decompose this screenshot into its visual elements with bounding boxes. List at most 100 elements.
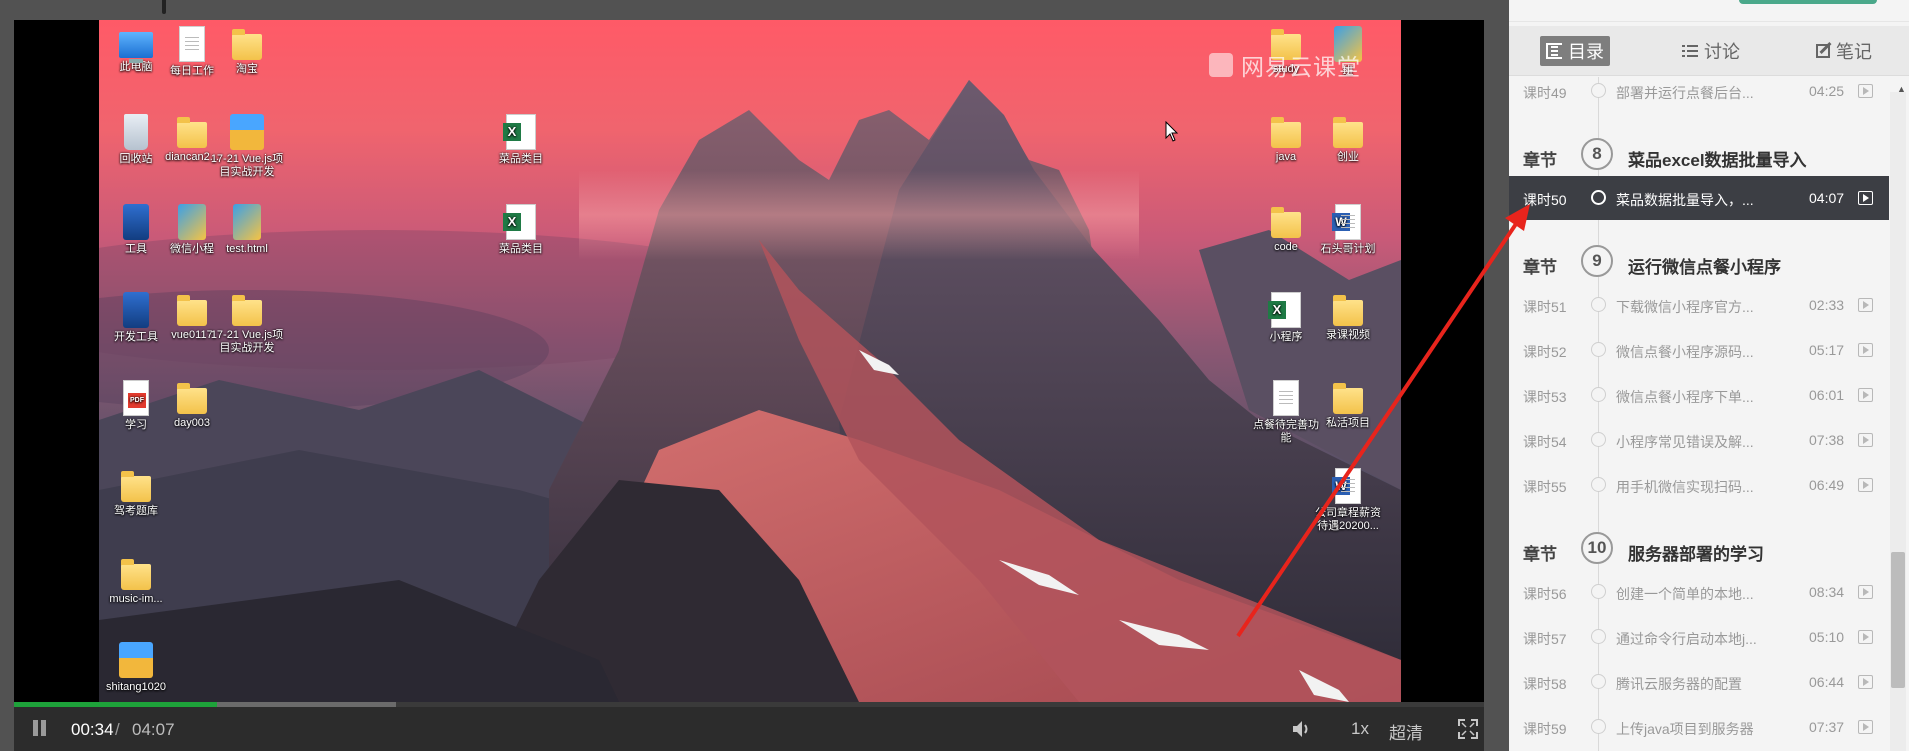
timeline-dot [1591,584,1606,599]
lesson-number: 课时49 [1523,85,1567,101]
time-separator: / [115,720,120,739]
desktop-icon-folder[interactable]: 创业 [1311,114,1385,164]
desktop-icon-zip[interactable]: shitang1020 [99,642,173,694]
lesson-duration: 07:38 [1809,432,1845,448]
chapter-header: 章节 8 菜品excel数据批量导入 [1509,136,1889,176]
timeline-dot [1591,674,1606,689]
lesson-title: 小程序常见错误及解... [1616,434,1754,450]
lesson-row[interactable]: 课时59 上传java项目到服务器 07:37 [1509,705,1889,749]
app-icon [233,204,261,240]
quality-button[interactable]: 超清 [1389,719,1423,744]
desktop-icon-word[interactable]: 石头哥计划 [1311,204,1385,256]
chapter-title: 运行微信点餐小程序 [1628,258,1781,277]
player-controls: 00:34 / 04:07 1x 超清 [14,707,1484,751]
pause-button[interactable] [28,717,50,739]
word-icon [1332,468,1361,504]
lesson-row[interactable]: 课时51 下载微信小程序官方... 02:33 [1509,283,1889,327]
desktop-icon-excel[interactable]: 菜品类目 [484,204,558,256]
folder-icon [121,471,151,502]
lesson-title: 通过命令行启动本地j... [1616,631,1757,647]
chapter-number: 9 [1581,245,1613,277]
mountain-wallpaper [99,80,1401,702]
top-marker [162,0,166,14]
desktop-icon-folder[interactable]: day003 [155,380,229,430]
lesson-title: 微信点餐小程序源码... [1616,344,1754,360]
lesson-row-active[interactable]: 课时50 菜品数据批量导入，... 04:07 [1509,176,1889,220]
lesson-title: 上传java项目到服务器 [1616,721,1754,737]
desktop-icon-folder[interactable]: 淘宝 [210,26,284,76]
play-icon[interactable] [1858,84,1873,98]
volume-icon[interactable] [1290,718,1312,740]
chapter-title: 菜品excel数据批量导入 [1628,151,1807,170]
video-frame[interactable]: 此电脑 每日工作 淘宝 回收站 diancan2... 17-21 Vue.js… [14,20,1484,702]
word-icon [1332,204,1361,240]
computer-icon [119,32,153,63]
lesson-title: 部署并运行点餐后台... [1616,85,1754,101]
desktop-icon-folder[interactable]: 17-21 Vue.js项目实战开发 [210,292,284,355]
desktop-icon-excel[interactable]: 菜品类目 [484,114,558,166]
folder-icon [1271,117,1301,148]
document-icon [179,26,205,62]
catalog-icon [1546,43,1562,59]
lesson-row[interactable]: 课时52 微信点餐小程序源码... 05:17 [1509,328,1889,372]
desktop-icon-folder[interactable]: 私活项目 [1311,380,1385,430]
tab-catalog[interactable]: 目录 [1540,36,1610,66]
folder-icon [1333,383,1363,414]
tool-app-icon [123,204,149,240]
lesson-row[interactable]: 课时55 用手机微信实现扫码... 06:49 [1509,463,1889,507]
chapter-label: 章节 [1523,258,1557,277]
folder-icon [177,117,207,148]
speed-button[interactable]: 1x [1351,719,1369,739]
lesson-row[interactable]: 课时49 部署并运行点餐后台... 04:25 [1509,77,1889,113]
play-icon[interactable] [1858,720,1873,734]
video-player[interactable]: 此电脑 每日工作 淘宝 回收站 diancan2... 17-21 Vue.js… [14,20,1484,751]
timeline-dot [1591,719,1606,734]
chapter-label: 章节 [1523,545,1557,564]
screen: 此电脑 每日工作 淘宝 回收站 diancan2... 17-21 Vue.js… [0,0,1909,751]
timeline-dot [1591,190,1606,205]
play-icon[interactable] [1858,191,1873,205]
lesson-row[interactable]: 课时57 通过命令行启动本地j... 05:10 [1509,615,1889,659]
timeline-dot [1591,477,1606,492]
lesson-row[interactable]: 课时56 创建一个简单的本地... 08:34 [1509,570,1889,614]
tab-notes[interactable]: 笔记 [1810,36,1878,66]
desktop-icon-folder[interactable]: 录课视频 [1311,292,1385,342]
scrollbar-thumb[interactable] [1891,552,1905,688]
timeline-dot [1591,83,1606,98]
desktop-icon-app[interactable]: test.html [210,204,284,256]
play-icon[interactable] [1858,343,1873,357]
desktop-icon-folder[interactable]: 驾考题库 [99,468,173,518]
lesson-row[interactable]: 课时53 微信点餐小程序下单... 06:01 [1509,373,1889,417]
timeline-dot [1591,342,1606,357]
chapter-label: 章节 [1523,151,1557,170]
lesson-number: 课时51 [1523,299,1567,315]
lesson-duration: 02:33 [1809,297,1845,313]
lesson-row[interactable]: 课时58 腾讯云服务器的配置 06:44 [1509,660,1889,704]
tab-discussion[interactable]: 讨论 [1676,36,1746,66]
chapter-title: 服务器部署的学习 [1628,545,1764,564]
play-icon[interactable] [1858,478,1873,492]
lesson-title: 创建一个简单的本地... [1616,586,1754,602]
play-icon[interactable] [1858,433,1873,447]
list-icon [1682,43,1698,59]
chapter-number: 10 [1581,532,1613,564]
chapter-header: 章节 9 运行微信点餐小程序 [1509,243,1889,283]
archive-icon [230,114,264,150]
play-icon[interactable] [1858,585,1873,599]
desktop-icon-word[interactable]: 公司章程薪资待遇20200... [1311,468,1385,533]
play-icon[interactable] [1858,630,1873,644]
fullscreen-icon[interactable] [1458,719,1478,739]
desktop-icon-folder[interactable]: music-im... [99,556,173,606]
lesson-number: 课时59 [1523,721,1567,737]
play-icon[interactable] [1858,675,1873,689]
note-icon [1816,44,1830,58]
desktop-icon-zip[interactable]: 17-21 Vue.js项目实战开发 [210,114,284,179]
lesson-row[interactable]: 课时54 小程序常见错误及解... 07:38 [1509,418,1889,462]
lesson-duration: 04:07 [1809,190,1845,206]
lesson-number: 课时53 [1523,389,1567,405]
play-icon[interactable] [1858,388,1873,402]
play-icon[interactable] [1858,298,1873,312]
total-time: 04:07 [132,720,175,739]
excel-icon [503,204,536,240]
lesson-title: 用手机微信实现扫码... [1616,479,1754,495]
